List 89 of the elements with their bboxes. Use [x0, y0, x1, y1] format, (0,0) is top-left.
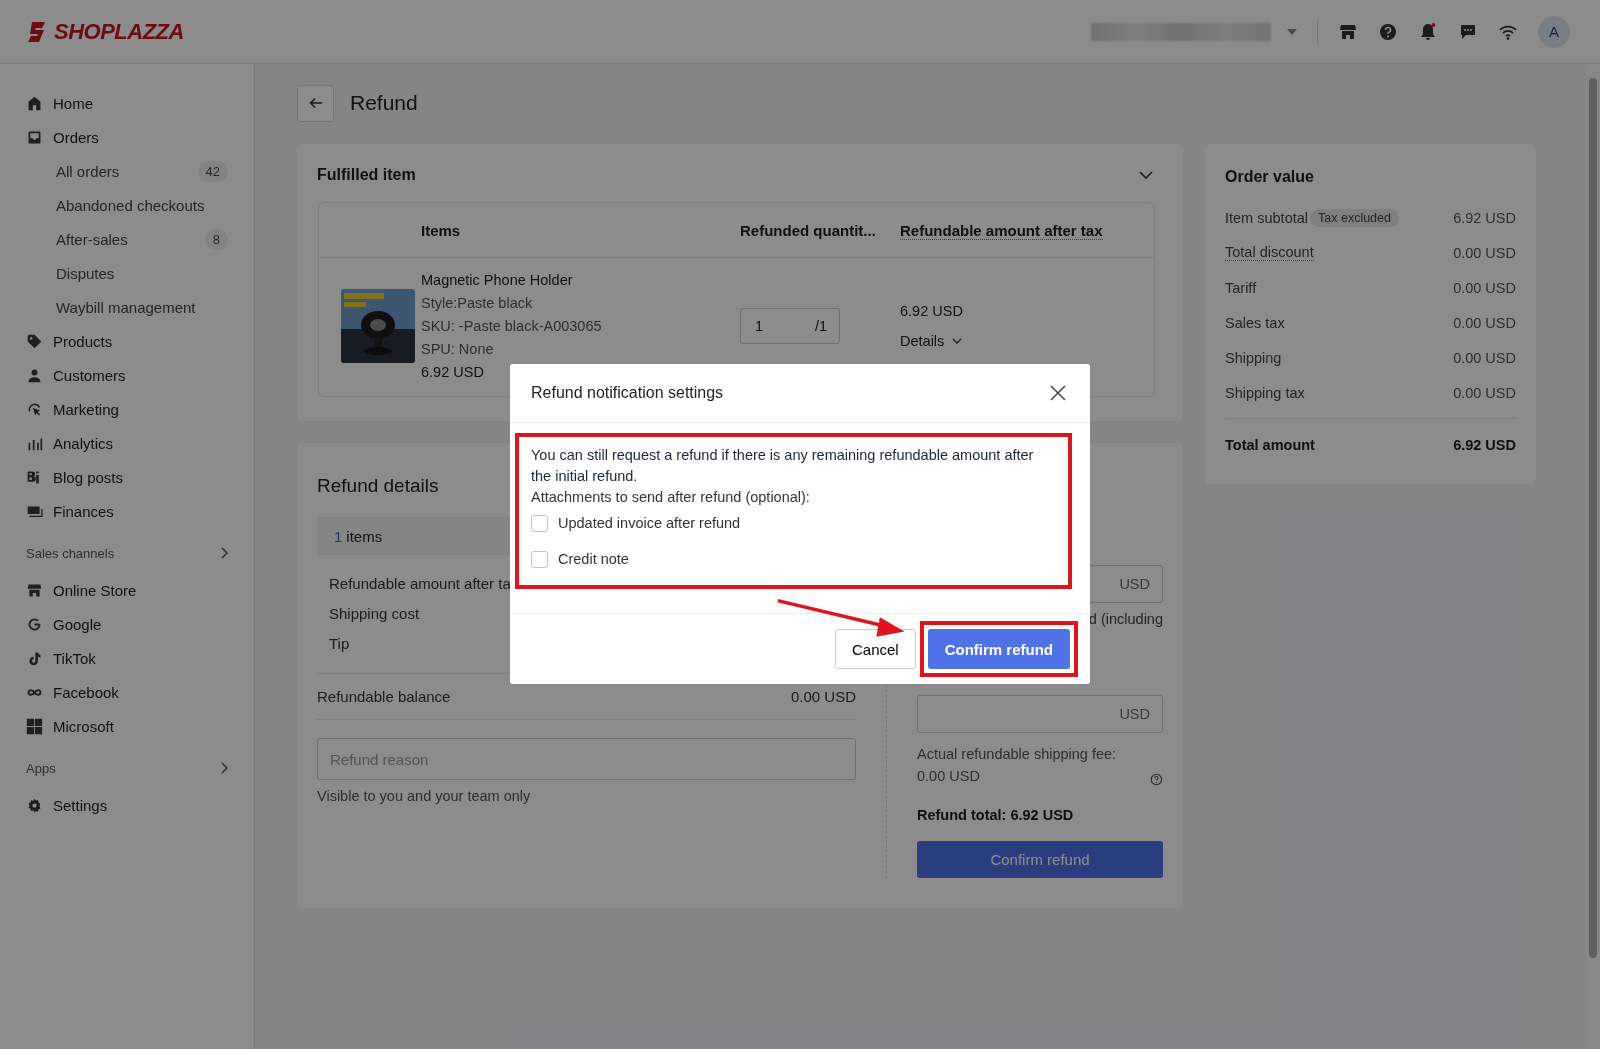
summary-value: 0.00 USD: [1453, 349, 1516, 366]
help-icon[interactable]: [1150, 772, 1163, 787]
nav-item[interactable]: Analytics: [53, 434, 114, 452]
nav-item[interactable]: Microsoft: [53, 717, 114, 735]
attachments-label: Attachments to send after refund (optional):: [531, 489, 811, 505]
nav-item[interactable]: Home: [53, 94, 93, 112]
caret-icon[interactable]: [1287, 28, 1297, 35]
help-icon[interactable]: [1378, 21, 1398, 42]
summary-value: 0.00 USD: [1453, 244, 1516, 261]
dialog-message: You can still request a refund if there is any remaining refundable amount after the initial refund.: [531, 446, 1035, 486]
nav-item[interactable]: Blog posts: [53, 468, 124, 486]
gear-icon: [26, 796, 43, 814]
nav-item[interactable]: Online Store: [53, 581, 137, 599]
nav-item[interactable]: Products: [53, 332, 113, 350]
card-title: Refund details: [317, 475, 439, 497]
nav-item[interactable]: Settings: [53, 796, 108, 814]
summary-label: Sales tax: [1225, 314, 1285, 331]
shipping-field[interactable]: USD: [917, 695, 1163, 733]
refund-reason-field[interactable]: Refund reason: [317, 738, 856, 780]
nav-item[interactable]: Google: [53, 615, 102, 633]
windows-grid-icon: [26, 717, 43, 735]
total-label: Total amount: [1225, 436, 1315, 453]
tax-badge: Tax excluded: [1310, 208, 1399, 227]
product-price: 6.92 USD: [421, 364, 485, 380]
summary-label: Tariff: [1225, 279, 1257, 296]
summary-label: Item subtotal: [1225, 209, 1308, 226]
nav-subitem[interactable]: Abandoned checkouts: [56, 196, 205, 214]
g-letter-icon: [26, 615, 43, 633]
summary-value: 0.00 USD: [1453, 314, 1516, 331]
details-link[interactable]: Details: [900, 333, 963, 349]
summary-label: Total discount: [1225, 244, 1314, 261]
hint-text: Visible to you and your team only: [317, 788, 532, 804]
summary-label: Tip: [329, 634, 350, 654]
summary-value: 0.00 USD: [1453, 279, 1516, 296]
close-icon[interactable]: [1050, 385, 1066, 401]
bell-icon[interactable]: [1418, 21, 1438, 42]
card-title: Order value: [1225, 168, 1315, 186]
column-header: Refundable amount after tax: [900, 221, 1103, 239]
summary-label: Refundable amount after ta: [329, 574, 511, 594]
summary-value: 0.00 USD: [1453, 384, 1516, 401]
nav-item[interactable]: Finances: [53, 502, 114, 520]
count-badge: 42: [197, 160, 228, 182]
count-badge: 8: [204, 228, 228, 250]
product-sku: SKU: -Paste black-A003065: [421, 318, 603, 334]
checkbox[interactable]: [531, 550, 548, 568]
nav-item[interactable]: Marketing: [53, 400, 119, 418]
refund-amount: 6.92 USD: [900, 303, 963, 319]
card-title: Fulfilled item: [317, 166, 416, 184]
cancel-button[interactable]: Cancel: [834, 629, 916, 669]
chevron-down-icon: [952, 338, 963, 344]
balance-value: 0.00 USD: [790, 688, 856, 705]
quantity-field[interactable]: 1 /1: [740, 308, 840, 344]
back-button[interactable]: [297, 84, 334, 122]
nav-subitem[interactable]: All orders: [56, 162, 120, 180]
logo-text: SHOPLAZZA: [54, 18, 184, 45]
section-heading: Apps: [26, 760, 56, 776]
tag-icon: [26, 332, 43, 350]
nav-item[interactable]: TikTok: [53, 649, 96, 667]
dialog-title: Refund notification settings: [531, 384, 724, 402]
summary-label: Shipping cost: [329, 604, 420, 624]
section-heading: Sales channels: [26, 545, 115, 561]
checkbox-label[interactable]: Updated invoice after refund: [558, 515, 741, 531]
checkbox[interactable]: [531, 514, 548, 532]
nav-item[interactable]: Customers: [53, 366, 126, 384]
balance-label: Refundable balance: [317, 688, 451, 705]
confirm-refund-button[interactable]: Confirm refund: [927, 629, 1070, 669]
summary-value: 6.92 USD: [1453, 209, 1516, 226]
confirm-refund-button[interactable]: Confirm refund: [917, 841, 1163, 878]
nav-subitem[interactable]: After-sales: [56, 230, 128, 248]
column-header: Items: [421, 221, 462, 239]
product-style: Style:Paste black: [421, 295, 534, 311]
chevron-down-icon[interactable]: [1139, 171, 1153, 179]
product-spu: SPU: None: [421, 341, 495, 357]
product-name: Magnetic Phone Holder: [421, 272, 574, 288]
chevron-right-icon[interactable]: [220, 547, 228, 559]
nav-item[interactable]: Facebook: [53, 683, 119, 701]
avatar[interactable]: A: [1538, 15, 1570, 48]
summary-label: Shipping: [1225, 349, 1282, 366]
chevron-right-icon[interactable]: [220, 762, 228, 774]
nav-item[interactable]: Orders: [53, 128, 99, 146]
column-header: Refunded quantit...: [740, 221, 877, 239]
shipping-note: Actual refundable shipping fee: 0.00 USD: [917, 745, 1118, 786]
home-icon: [26, 94, 43, 112]
page-title: Refund: [350, 91, 418, 115]
refund-total: Refund total: 6.92 USD: [917, 807, 1075, 823]
nav-subitem[interactable]: Waybill management: [56, 298, 196, 316]
total-value: 6.92 USD: [1453, 436, 1516, 453]
summary-label: Shipping tax: [1225, 384, 1305, 401]
nav-subitem[interactable]: Disputes: [56, 264, 115, 282]
